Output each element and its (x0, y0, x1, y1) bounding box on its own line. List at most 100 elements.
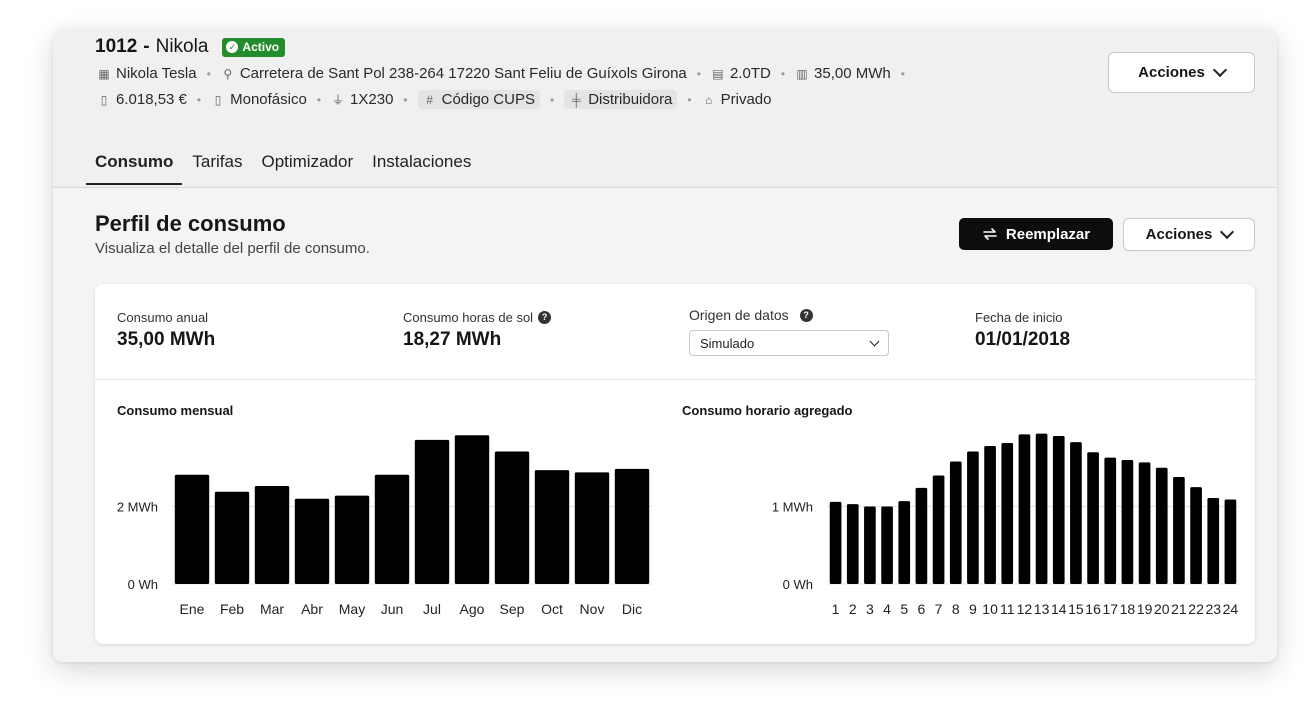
stat-annual-label: Consumo anual (117, 310, 209, 325)
x-tick-label: Jun (381, 601, 404, 617)
chevron-down-icon (1220, 224, 1235, 240)
meta-item-text: 1X230 (350, 91, 394, 108)
monthly-chart-title: Consumo mensual (117, 403, 234, 418)
header-actions-button[interactable]: Acciones (1108, 52, 1255, 93)
x-tick-label: 20 (1154, 601, 1170, 617)
x-tick-label: 11 (1000, 601, 1015, 617)
bar (494, 451, 530, 584)
bar (984, 446, 996, 584)
stat-sun-value: 18,27 MWh (403, 329, 502, 350)
header-actions-label: Acciones (1138, 64, 1205, 81)
bar (881, 506, 893, 584)
panel-divider (95, 379, 1255, 380)
swap-arrows-icon (983, 228, 997, 240)
tab-tarifas[interactable]: Tarifas (192, 152, 242, 184)
stat-sun-label-row: Consumo horas de sol ? (403, 310, 552, 325)
meta-row-1: ▦ Nikola Tesla • ⚲ Carretera de Sant Pol 238… (97, 65, 915, 82)
bar (1121, 460, 1134, 584)
bar (534, 470, 570, 584)
bar (1052, 435, 1065, 584)
x-tick-label: 22 (1188, 601, 1204, 617)
meta-item-text: Carretera de Sant Pol 238-264 17220 Sant… (239, 65, 687, 82)
bar (414, 439, 450, 584)
origin-select[interactable]: Simulado (689, 330, 889, 356)
bar (1035, 433, 1048, 584)
meta-item: ▯ Monofásico (211, 91, 307, 108)
x-tick-label: 17 (1102, 601, 1118, 617)
meta-item: ⚲ Carretera de Sant Pol 238-264 17220 San… (221, 65, 687, 82)
monthly-consumption-chart: 0 Wh 2 MWh Ene Feb Mar Abr May Jun Jul Ago Sep Oct N… (117, 435, 652, 617)
x-tick-label: 23 (1205, 601, 1221, 617)
section-actions-button[interactable]: Acciones (1123, 218, 1255, 251)
x-tick-label: 19 (1137, 601, 1153, 617)
tariff-icon: ▤ (712, 66, 724, 81)
bar-chart-icon: ▥ (796, 66, 808, 81)
x-tick-label: Sep (500, 601, 525, 617)
page-title: 1012 - Nikola ✓ Activo (95, 36, 286, 58)
tabs-divider (53, 187, 1277, 188)
x-tick-label: 5 (900, 601, 908, 617)
replace-button[interactable]: Reemplazar (959, 218, 1113, 250)
meta-item[interactable]: ╪ Distribuidora (564, 90, 678, 109)
stat-origin-label: Origen de datos (689, 307, 789, 323)
meta-row-2: ▯ 6.018,53 € • ▯ Monofásico • ⏚ 1X230 • # Código C… (97, 90, 771, 109)
section-actions-label: Acciones (1145, 226, 1213, 243)
x-tick-label: 13 (1034, 601, 1050, 617)
tab-consumo[interactable]: Consumo (85, 152, 183, 185)
meta-separator: • (687, 92, 692, 107)
origin-select-value: Simulado (700, 335, 755, 351)
tab-instalaciones[interactable]: Instalaciones (372, 152, 471, 184)
meta-item: ▯ 6.018,53 € (97, 91, 187, 108)
x-tick-label: Jul (423, 601, 441, 617)
title-dash: - (143, 36, 150, 57)
stat-origin: Origen de datos ? (689, 307, 813, 323)
bar (915, 487, 928, 584)
bar (932, 475, 945, 584)
hourly-consumption-chart: 0 Wh1 MWh1 2 3 4 5 6 7 8 9 10 11 12 13 14 15 16 17 18 19 20… (772, 433, 1239, 617)
bar (374, 474, 410, 584)
help-icon[interactable]: ? (538, 311, 552, 324)
check-circle-icon: ✓ (226, 41, 239, 53)
supply-header: 1012 - Nikola ✓ Activo ▦ Nikola Tesla • ⚲ Ca… (53, 29, 1277, 187)
meta-separator: • (196, 92, 202, 107)
bar (254, 485, 290, 584)
x-tick-label: 3 (866, 601, 874, 617)
bar (214, 491, 250, 584)
bar (1190, 487, 1202, 584)
power-line-icon: ╪ (571, 92, 581, 107)
money-icon: ▯ (100, 92, 108, 107)
meta-item: ▤ 2.0TD (711, 65, 771, 82)
stat-origin-label-row: Origen de datos ? (689, 307, 813, 323)
x-tick-label: 18 (1120, 601, 1136, 617)
x-tick-label: 8 (952, 601, 960, 617)
meta-separator: • (403, 92, 408, 107)
x-tick-label: Feb (220, 601, 244, 617)
location-pin-icon: ⚲ (223, 66, 233, 81)
meta-item[interactable]: # Código CUPS (417, 90, 540, 109)
x-tick-label: 7 (935, 601, 943, 617)
y-tick-label: 0 Wh (783, 577, 813, 592)
bar (1104, 457, 1117, 584)
bar (174, 474, 210, 584)
meta-separator: • (316, 92, 322, 107)
x-tick-label: 21 (1171, 601, 1187, 617)
bar (1224, 499, 1237, 584)
meta-separator: • (696, 66, 701, 81)
meta-item-text: 35,00 MWh (814, 65, 891, 82)
help-icon[interactable]: ? (799, 308, 813, 322)
x-tick-label: 12 (1017, 601, 1033, 617)
meta-separator: • (550, 92, 555, 107)
bar (846, 504, 859, 584)
bar (1001, 442, 1014, 584)
meter-icon: ▯ (214, 92, 222, 107)
stat-start-label: Fecha de inicio (975, 310, 1063, 325)
tab-optimizador[interactable]: Optimizador (261, 152, 353, 184)
x-tick-label: May (339, 601, 365, 617)
x-tick-label: 10 (982, 601, 998, 617)
house-icon: ⌂ (704, 92, 713, 107)
bar (1155, 467, 1168, 584)
stat-start-value: 01/01/2018 (975, 329, 1071, 350)
x-tick-label: 2 (849, 601, 857, 617)
bar (1138, 462, 1151, 584)
meta-item-text: 2.0TD (729, 65, 771, 82)
